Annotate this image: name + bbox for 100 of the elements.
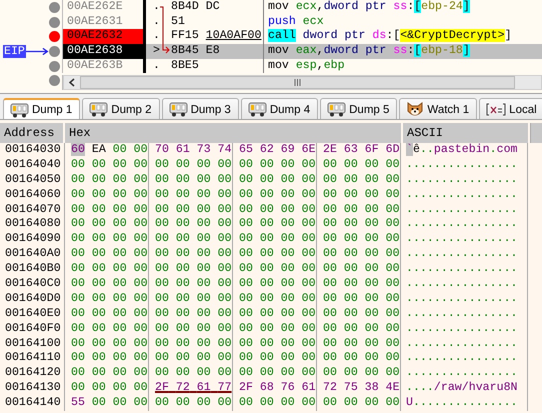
tab[interactable]: Dump 5 — [320, 98, 398, 119]
breakpoint-dot[interactable] — [49, 16, 60, 28]
scrollbar-thumb[interactable] — [80, 76, 515, 90]
tab[interactable]: Dump 4 — [240, 98, 318, 119]
ascii-cell: ................ — [401, 188, 528, 203]
address-cell: 00164110 — [0, 351, 65, 366]
bus-icon — [327, 102, 346, 117]
ascii-cell: U............... — [401, 396, 528, 412]
hex-cell: 00 00 00 00 — [317, 277, 401, 292]
tab[interactable]: Dump 3 — [162, 98, 239, 119]
hex-cell: 00 00 00 00 — [65, 202, 149, 218]
hex-cell: 00 00 00 00 — [65, 232, 149, 248]
tab[interactable]: Watch 1 — [399, 98, 478, 119]
hex-cell: 00 00 00 00 — [317, 306, 401, 322]
hex-cell: 00 00 00 00 — [149, 158, 233, 173]
hex-cell: 00 00 00 00 — [317, 262, 401, 278]
breakpoint-dot[interactable] — [49, 46, 60, 57]
hex-cell: 72 75 38 4E — [317, 381, 401, 396]
horizontal-scrollbar[interactable] — [63, 75, 542, 90]
address-cell: 00164060 — [0, 188, 65, 203]
disassembly-row[interactable]: EIP 00AE2638 > 8B45 E8 mov eax,dword ptr ss:[ebp-18] — [0, 44, 542, 59]
hex-cell: 00 00 00 00 — [65, 262, 149, 278]
hex-cell: 00 00 00 00 — [65, 306, 149, 322]
hex-cell: 00 00 00 00 — [317, 188, 401, 203]
ascii-cell: `ê..pastebin.com — [401, 143, 528, 158]
hex-cell: 00 00 00 00 — [65, 158, 149, 173]
instruction-cell-text: push ecx — [267, 14, 324, 30]
breakpoint-dot[interactable] — [49, 75, 60, 86]
hex-cell: 00 00 00 00 — [317, 202, 401, 218]
hex-cell: 00 00 00 00 — [233, 277, 317, 292]
marker-cell: > — [143, 44, 165, 59]
hex-cell: 00 00 00 00 — [233, 247, 317, 262]
hex-cell: 00 00 00 00 — [233, 351, 317, 366]
address-cell-text: 00AE263B — [66, 58, 124, 74]
hex-cell: 00 00 00 00 — [317, 232, 401, 248]
hex-cell: 00 00 00 00 — [317, 158, 401, 173]
ascii-cell: ................ — [401, 232, 528, 248]
hex-cell: 00 00 00 00 — [65, 381, 149, 396]
hex-cell: 00 00 00 00 — [65, 322, 149, 337]
bytes-cell: 51 — [165, 14, 264, 30]
breakpoint-dot[interactable] — [49, 31, 60, 42]
address-cell: 001640A0 — [0, 247, 65, 262]
hex-cell: 00 00 00 00 — [149, 366, 233, 382]
hex-cell: 2F 72 61 77 — [149, 381, 233, 396]
ascii-cell: ................ — [401, 322, 528, 337]
bus-icon — [10, 102, 29, 118]
hex-cell: 60 EA 00 00 — [65, 143, 149, 158]
column-header[interactable]: Address — [0, 123, 65, 143]
hex-cell: 00 00 00 00 — [65, 277, 149, 292]
hex-cell: 70 61 73 74 — [149, 143, 233, 158]
instruction-cell-text: mov esp,ebp — [267, 58, 345, 74]
ascii-cell: ................ — [401, 172, 528, 188]
hex-cell: 00 00 00 00 — [233, 336, 317, 352]
hex-cell: 00 00 00 00 — [149, 247, 233, 262]
breakpoint-dot[interactable] — [49, 2, 60, 13]
bytes-cell: 8B4D DC — [165, 0, 264, 15]
hex-cell: 00 00 00 00 — [233, 232, 317, 248]
tab[interactable]: Local — [479, 98, 542, 119]
hex-cell: 65 62 69 6E — [233, 143, 317, 158]
hex-cell: 00 00 00 00 — [233, 188, 317, 203]
hex-cell: 00 00 00 00 — [233, 158, 317, 173]
hex-cell: 00 00 00 00 — [317, 336, 401, 352]
ascii-cell: ................ — [401, 351, 528, 366]
hex-cell: 00 00 00 00 — [233, 172, 317, 188]
hex-cell: 00 00 00 00 — [149, 292, 233, 307]
hex-cell: 00 00 00 00 — [149, 262, 233, 278]
instruction-cell-text: call dword ptr ds:[<&CryptDecrypt>] — [267, 29, 512, 44]
hex-cell: 00 00 00 00 — [233, 217, 317, 232]
address-cell: 001640D0 — [0, 292, 65, 307]
tab[interactable]: Dump 2 — [82, 98, 160, 119]
hex-cell: 00 00 00 00 — [65, 217, 149, 232]
instruction-cell-text: mov eax,dword ptr ss:[ebp-18] — [267, 44, 470, 59]
hex-cell: 00 00 00 00 — [317, 247, 401, 262]
ascii-cell: ................ — [401, 277, 528, 292]
hex-cell: 00 00 00 00 — [317, 351, 401, 366]
hex-cell: 00 00 00 00 — [233, 292, 317, 307]
address-cell: 001640E0 — [0, 306, 65, 322]
hex-cell: 00 00 00 00 — [65, 351, 149, 366]
ascii-cell: ..../raw/hvaru8N — [401, 381, 528, 396]
tab[interactable]: Dump 1 — [3, 98, 80, 119]
hex-cell: 00 00 00 00 — [65, 292, 149, 307]
hex-cell: 00 00 00 00 — [317, 217, 401, 232]
address-cell: 00164030 — [0, 143, 65, 158]
ascii-cell: ................ — [401, 306, 528, 322]
breakpoint-dot[interactable] — [49, 60, 60, 72]
hex-cell: 00 00 00 00 — [149, 336, 233, 352]
address-cell: 00164040 — [0, 158, 65, 173]
ascii-cell: ................ — [401, 366, 528, 382]
hex-cell: 00 00 00 00 — [65, 247, 149, 262]
address-cell: 00164100 — [0, 336, 65, 352]
hex-cell: 00 00 00 00 — [233, 202, 317, 218]
bus-icon — [248, 102, 267, 117]
hex-cell: 2E 63 6F 6D — [317, 143, 401, 158]
hex-cell: 00 00 00 00 — [317, 322, 401, 337]
hex-cell: 00 00 00 00 — [65, 366, 149, 382]
hex-cell: 00 00 00 00 — [233, 306, 317, 322]
hex-cell: 00 00 00 00 — [149, 172, 233, 188]
hex-cell: 00 00 00 00 — [65, 336, 149, 352]
marker-cell: . — [143, 0, 165, 15]
hex-cell: 00 00 00 00 — [65, 188, 149, 203]
